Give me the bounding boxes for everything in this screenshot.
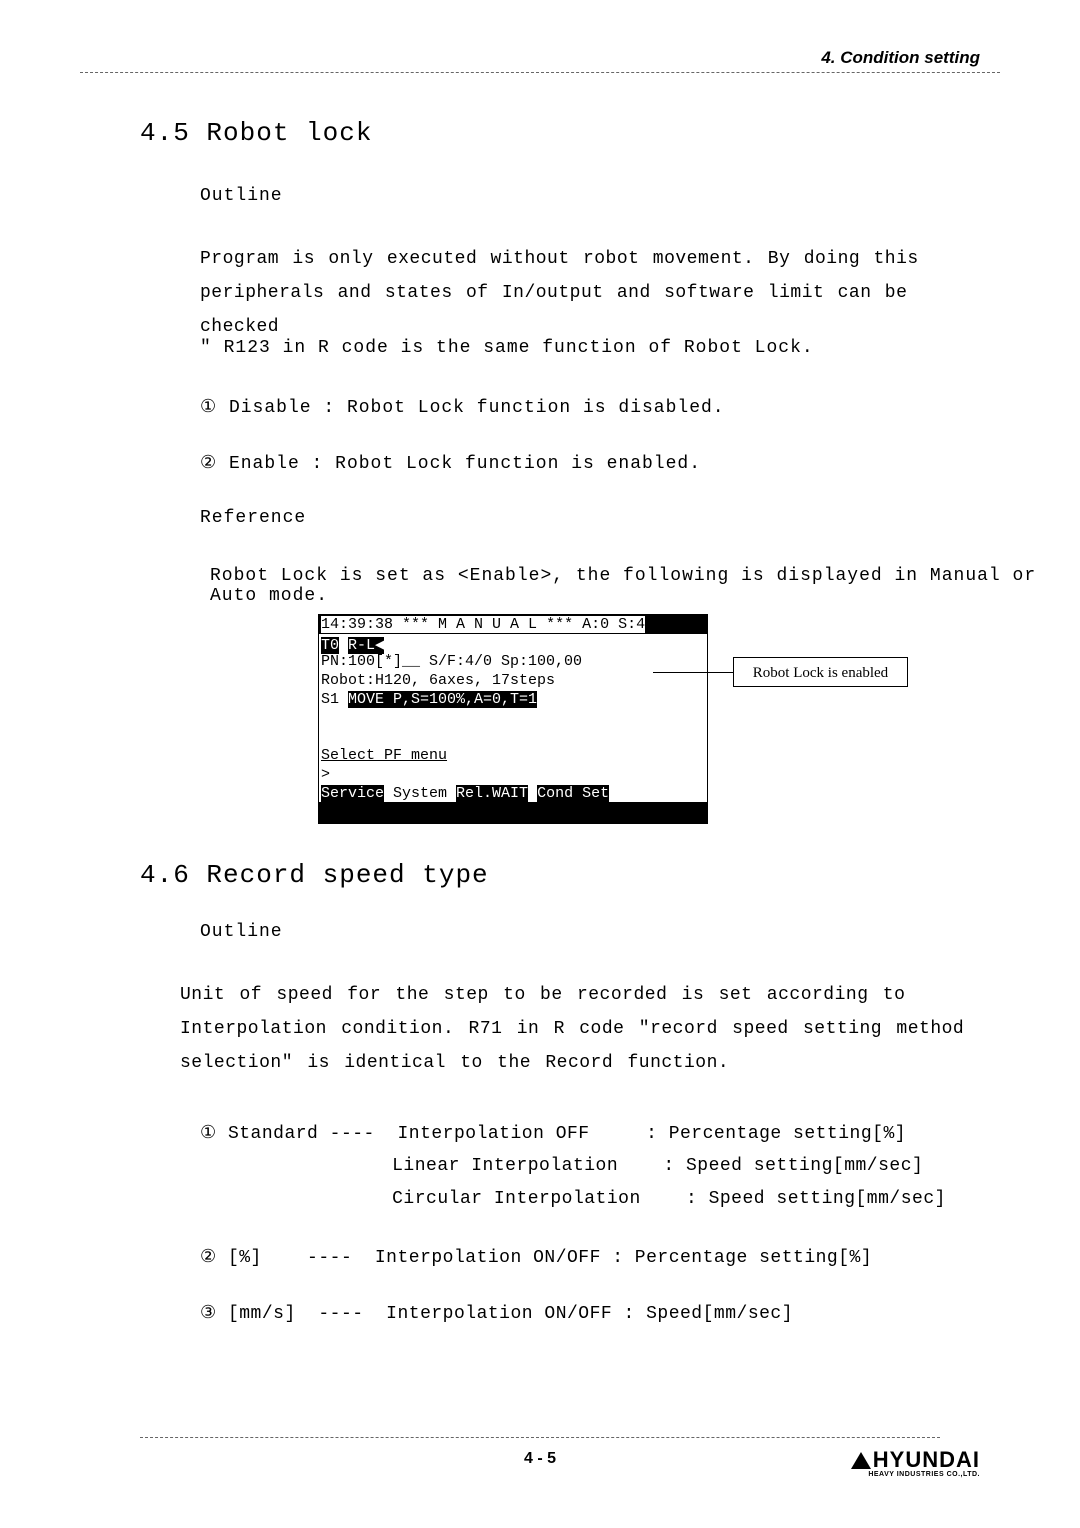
standard-line-2: Linear Interpolation : Speed setting[mm/… — [200, 1150, 946, 1182]
percent-option: ② [%] ---- Interpolation ON/OFF : Percen… — [200, 1246, 872, 1268]
callout-connector — [653, 672, 733, 673]
screen-line-5: S1 MOVE P,S=100%,A=0,T=1 — [319, 690, 707, 708]
terminal-screen: 14:39:38 *** M A N U A L *** A:0 S:4 T0 … — [318, 614, 708, 824]
screen-s1: S1 — [321, 691, 348, 708]
outline-label-46: Outline — [200, 922, 283, 942]
screen-mode: M A N U A L — [438, 616, 537, 633]
hyundai-logo: HYUNDAI HEAVY INDUSTRIES CO.,LTD. — [851, 1447, 980, 1478]
mms-option: ③ [mm/s] ---- Interpolation ON/OFF : Spe… — [200, 1302, 793, 1324]
standard-line-1: ① Standard ---- Interpolation OFF : Perc… — [200, 1118, 946, 1150]
option-disable: ① Disable : Robot Lock function is disab… — [200, 396, 725, 418]
screen-rl-indicator: R-L◀ — [348, 637, 384, 654]
screen-gap — [339, 637, 348, 654]
callout-robot-lock: Robot Lock is enabled — [733, 657, 908, 687]
standard-line-3: Circular Interpolation : Speed setting[m… — [200, 1183, 946, 1215]
option-enable: ② Enable : Robot Lock function is enable… — [200, 452, 701, 474]
screen-line-1: 14:39:38 *** M A N U A L *** A:0 S:4 — [319, 615, 707, 634]
screen-blank-1 — [319, 708, 707, 727]
screen-condset: Cond Set — [537, 785, 609, 802]
body-46-paragraph1: Unit of speed for the step to be recorde… — [180, 978, 980, 1081]
r123-note: " R123 in R code is the same function of… — [200, 338, 814, 358]
screen-t0: T0 — [321, 637, 339, 654]
heading-4-6: 4.6 Record speed type — [140, 860, 489, 890]
screen-line-2: T0 R-L◀ — [319, 634, 707, 652]
outline-label-45: Outline — [200, 186, 283, 206]
screen-line-3: PN:100[*]__ S/F:4/0 Sp:100,00 — [319, 652, 707, 671]
header-divider — [80, 72, 1000, 73]
reference-label: Reference — [200, 508, 306, 528]
screen-line-8: Select PF menu — [319, 746, 707, 765]
screen-move-cmd: MOVE P,S=100%,A=0,T=1 — [348, 691, 537, 708]
screen-relwait: Rel.WAIT — [456, 785, 528, 802]
logo-text: HYUNDAI — [873, 1447, 980, 1472]
screen-line-4: Robot:H120, 6axes, 17steps — [319, 671, 707, 690]
screen-blank-2 — [319, 727, 707, 746]
screen-gap2 — [528, 785, 537, 802]
screen-asterisks: *** — [537, 616, 582, 633]
footer-divider — [140, 1437, 940, 1438]
robotlock-set-note: Robot Lock is set as <Enable>, the follo… — [210, 566, 1080, 606]
screen-system: System — [384, 785, 456, 802]
body-45-paragraph1: Program is only executed without robot m… — [200, 242, 980, 345]
screen-line-10: Service System Rel.WAIT Cond Set — [319, 784, 707, 802]
screen-line-9: > — [319, 765, 707, 784]
logo-subtitle: HEAVY INDUSTRIES CO.,LTD. — [851, 1471, 980, 1478]
header-section-label: 4. Condition setting — [821, 48, 980, 68]
heading-4-5: 4.5 Robot lock — [140, 118, 372, 148]
screen-time: 14:39:38 *** — [321, 616, 438, 633]
triangle-icon — [851, 1452, 871, 1469]
screen-service: Service — [321, 785, 384, 802]
standard-option-block: ① Standard ---- Interpolation OFF : Perc… — [200, 1118, 946, 1215]
screen-a-s: A:0 S:4 — [582, 616, 645, 633]
